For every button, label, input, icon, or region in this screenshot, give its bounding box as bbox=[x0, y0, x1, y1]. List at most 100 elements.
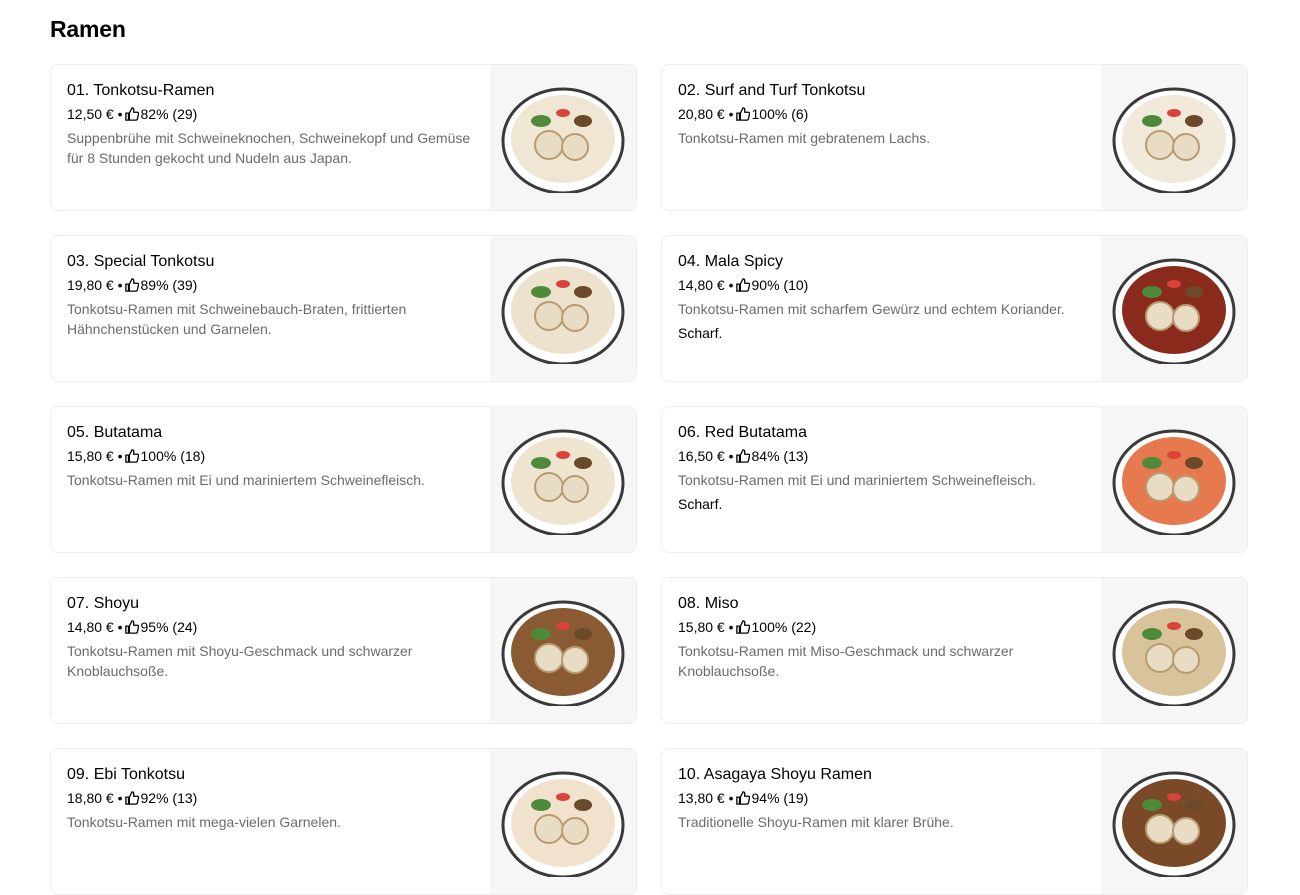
menu-item-price: 18,80 € bbox=[67, 790, 114, 806]
meta-separator: • bbox=[728, 448, 734, 464]
menu-item-name: 04. Mala Spicy bbox=[678, 253, 783, 270]
menu-item-tag: Scharf. bbox=[678, 496, 723, 512]
menu-item-card[interactable]: 02. Surf and Turf Tonkotsu 20,80 € • 100… bbox=[661, 64, 1248, 211]
menu-item-rating: 89% (39) bbox=[140, 277, 198, 293]
ramen-bowl-icon bbox=[1112, 87, 1236, 193]
meta-separator: • bbox=[117, 277, 123, 293]
menu-item-meta: 14,80 € • 95% (24) bbox=[67, 617, 477, 637]
menu-item-meta: 15,80 € • 100% (22) bbox=[678, 617, 1088, 637]
ramen-bowl-icon bbox=[501, 87, 625, 193]
section-title: Ramen bbox=[50, 16, 126, 42]
menu-item-price: 15,80 € bbox=[67, 448, 114, 464]
thumbs-up-icon bbox=[124, 107, 139, 121]
menu-item-card[interactable]: 10. Asagaya Shoyu Ramen 13,80 € • 94% (1… bbox=[661, 748, 1248, 895]
menu-item-card[interactable]: 09. Ebi Tonkotsu 18,80 € • 92% (13) Tonk… bbox=[50, 748, 637, 895]
meta-separator: • bbox=[728, 106, 734, 122]
menu-item-image bbox=[1101, 65, 1247, 210]
menu-item-name: 02. Surf and Turf Tonkotsu bbox=[678, 82, 866, 99]
menu-item-rating: 100% (6) bbox=[751, 106, 809, 122]
menu-item-description: Tonkotsu-Ramen mit Schweinebauch-Braten,… bbox=[67, 301, 407, 337]
meta-separator: • bbox=[728, 619, 734, 635]
thumbs-up-icon bbox=[735, 278, 750, 292]
menu-item-rating: 92% (13) bbox=[140, 790, 198, 806]
menu-item-description: Traditionelle Shoyu-Ramen mit klarer Brü… bbox=[678, 814, 954, 830]
menu-item-image bbox=[1101, 749, 1247, 894]
menu-item-image bbox=[490, 749, 636, 894]
ramen-bowl-icon bbox=[501, 258, 625, 364]
ramen-bowl-icon bbox=[1112, 600, 1236, 706]
menu-item-card[interactable]: 01. Tonkotsu-Ramen 12,50 € • 82% (29) Su… bbox=[50, 64, 637, 211]
menu-item-info: 05. Butatama 15,80 € • 100% (18) Tonkots… bbox=[67, 422, 477, 490]
menu-item-rating: 100% (22) bbox=[751, 619, 817, 635]
menu-item-meta: 15,80 € • 100% (18) bbox=[67, 446, 477, 466]
menu-item-description: Tonkotsu-Ramen mit mega-vielen Garnelen. bbox=[67, 814, 341, 830]
thumbs-up-icon bbox=[124, 449, 139, 463]
menu-item-image bbox=[1101, 236, 1247, 381]
menu-item-grid: 01. Tonkotsu-Ramen 12,50 € • 82% (29) Su… bbox=[50, 64, 1248, 895]
menu-item-description: Tonkotsu-Ramen mit Ei und mariniertem Sc… bbox=[678, 472, 1036, 488]
menu-item-info: 08. Miso 15,80 € • 100% (22) Tonkotsu-Ra… bbox=[678, 593, 1088, 681]
thumbs-up-icon bbox=[735, 449, 750, 463]
menu-item-card[interactable]: 06. Red Butatama 16,50 € • 84% (13) Tonk… bbox=[661, 406, 1248, 553]
menu-item-description: Tonkotsu-Ramen mit Miso-Geschmack und sc… bbox=[678, 643, 1014, 679]
menu-item-info: 09. Ebi Tonkotsu 18,80 € • 92% (13) Tonk… bbox=[67, 764, 477, 832]
thumbs-up-icon bbox=[124, 791, 139, 805]
menu-item-image bbox=[490, 65, 636, 210]
menu-item-tag: Scharf. bbox=[678, 325, 723, 341]
menu-item-rating: 94% (19) bbox=[751, 790, 809, 806]
menu-item-card[interactable]: 03. Special Tonkotsu 19,80 € • 89% (39) … bbox=[50, 235, 637, 382]
menu-item-description: Tonkotsu-Ramen mit scharfem Gewürz und e… bbox=[678, 301, 1065, 317]
menu-item-info: 03. Special Tonkotsu 19,80 € • 89% (39) … bbox=[67, 251, 477, 339]
menu-item-rating: 95% (24) bbox=[140, 619, 198, 635]
menu-item-description: Suppenbrühe mit Schweineknochen, Schwein… bbox=[67, 130, 471, 166]
menu-item-name: 09. Ebi Tonkotsu bbox=[67, 766, 186, 783]
ramen-bowl-icon bbox=[1112, 429, 1236, 535]
menu-item-price: 20,80 € bbox=[678, 106, 725, 122]
menu-item-description: Tonkotsu-Ramen mit Ei und mariniertem Sc… bbox=[67, 472, 425, 488]
ramen-bowl-icon bbox=[501, 429, 625, 535]
menu-item-image bbox=[490, 578, 636, 723]
menu-item-price: 13,80 € bbox=[678, 790, 725, 806]
menu-item-name: 07. Shoyu bbox=[67, 595, 140, 612]
menu-item-card[interactable]: 04. Mala Spicy 14,80 € • 90% (10) Tonkot… bbox=[661, 235, 1248, 382]
menu-item-meta: 14,80 € • 90% (10) bbox=[678, 275, 1088, 295]
menu-item-meta: 20,80 € • 100% (6) bbox=[678, 104, 1088, 124]
menu-item-meta: 16,50 € • 84% (13) bbox=[678, 446, 1088, 466]
thumbs-up-icon bbox=[124, 278, 139, 292]
menu-item-name: 10. Asagaya Shoyu Ramen bbox=[678, 766, 872, 783]
menu-item-price: 16,50 € bbox=[678, 448, 725, 464]
menu-item-name: 05. Butatama bbox=[67, 424, 163, 441]
menu-item-card[interactable]: 05. Butatama 15,80 € • 100% (18) Tonkots… bbox=[50, 406, 637, 553]
menu-item-name: 06. Red Butatama bbox=[678, 424, 807, 441]
thumbs-up-icon bbox=[735, 620, 750, 634]
meta-separator: • bbox=[728, 790, 734, 806]
thumbs-up-icon bbox=[735, 107, 750, 121]
menu-item-info: 07. Shoyu 14,80 € • 95% (24) Tonkotsu-Ra… bbox=[67, 593, 477, 681]
meta-separator: • bbox=[728, 277, 734, 293]
menu-item-rating: 100% (18) bbox=[140, 448, 206, 464]
menu-item-rating: 90% (10) bbox=[751, 277, 809, 293]
menu-item-name: 01. Tonkotsu-Ramen bbox=[67, 82, 215, 99]
ramen-bowl-icon bbox=[1112, 771, 1236, 877]
menu-item-name: 03. Special Tonkotsu bbox=[67, 253, 215, 270]
meta-separator: • bbox=[117, 106, 123, 122]
menu-item-image bbox=[490, 407, 636, 552]
menu-item-description: Tonkotsu-Ramen mit Shoyu-Geschmack und s… bbox=[67, 643, 413, 679]
menu-item-image bbox=[490, 236, 636, 381]
menu-item-rating: 84% (13) bbox=[751, 448, 809, 464]
menu-item-price: 15,80 € bbox=[678, 619, 725, 635]
meta-separator: • bbox=[117, 448, 123, 464]
menu-item-card[interactable]: 08. Miso 15,80 € • 100% (22) Tonkotsu-Ra… bbox=[661, 577, 1248, 724]
menu-item-info: 01. Tonkotsu-Ramen 12,50 € • 82% (29) Su… bbox=[67, 80, 477, 168]
menu-item-info: 04. Mala Spicy 14,80 € • 90% (10) Tonkot… bbox=[678, 251, 1088, 343]
menu-item-info: 02. Surf and Turf Tonkotsu 20,80 € • 100… bbox=[678, 80, 1088, 148]
thumbs-up-icon bbox=[124, 620, 139, 634]
meta-separator: • bbox=[117, 619, 123, 635]
menu-item-rating: 82% (29) bbox=[140, 106, 198, 122]
thumbs-up-icon bbox=[735, 791, 750, 805]
menu-item-price: 12,50 € bbox=[67, 106, 114, 122]
menu-item-image bbox=[1101, 578, 1247, 723]
menu-item-meta: 19,80 € • 89% (39) bbox=[67, 275, 477, 295]
menu-item-card[interactable]: 07. Shoyu 14,80 € • 95% (24) Tonkotsu-Ra… bbox=[50, 577, 637, 724]
menu-item-meta: 12,50 € • 82% (29) bbox=[67, 104, 477, 124]
